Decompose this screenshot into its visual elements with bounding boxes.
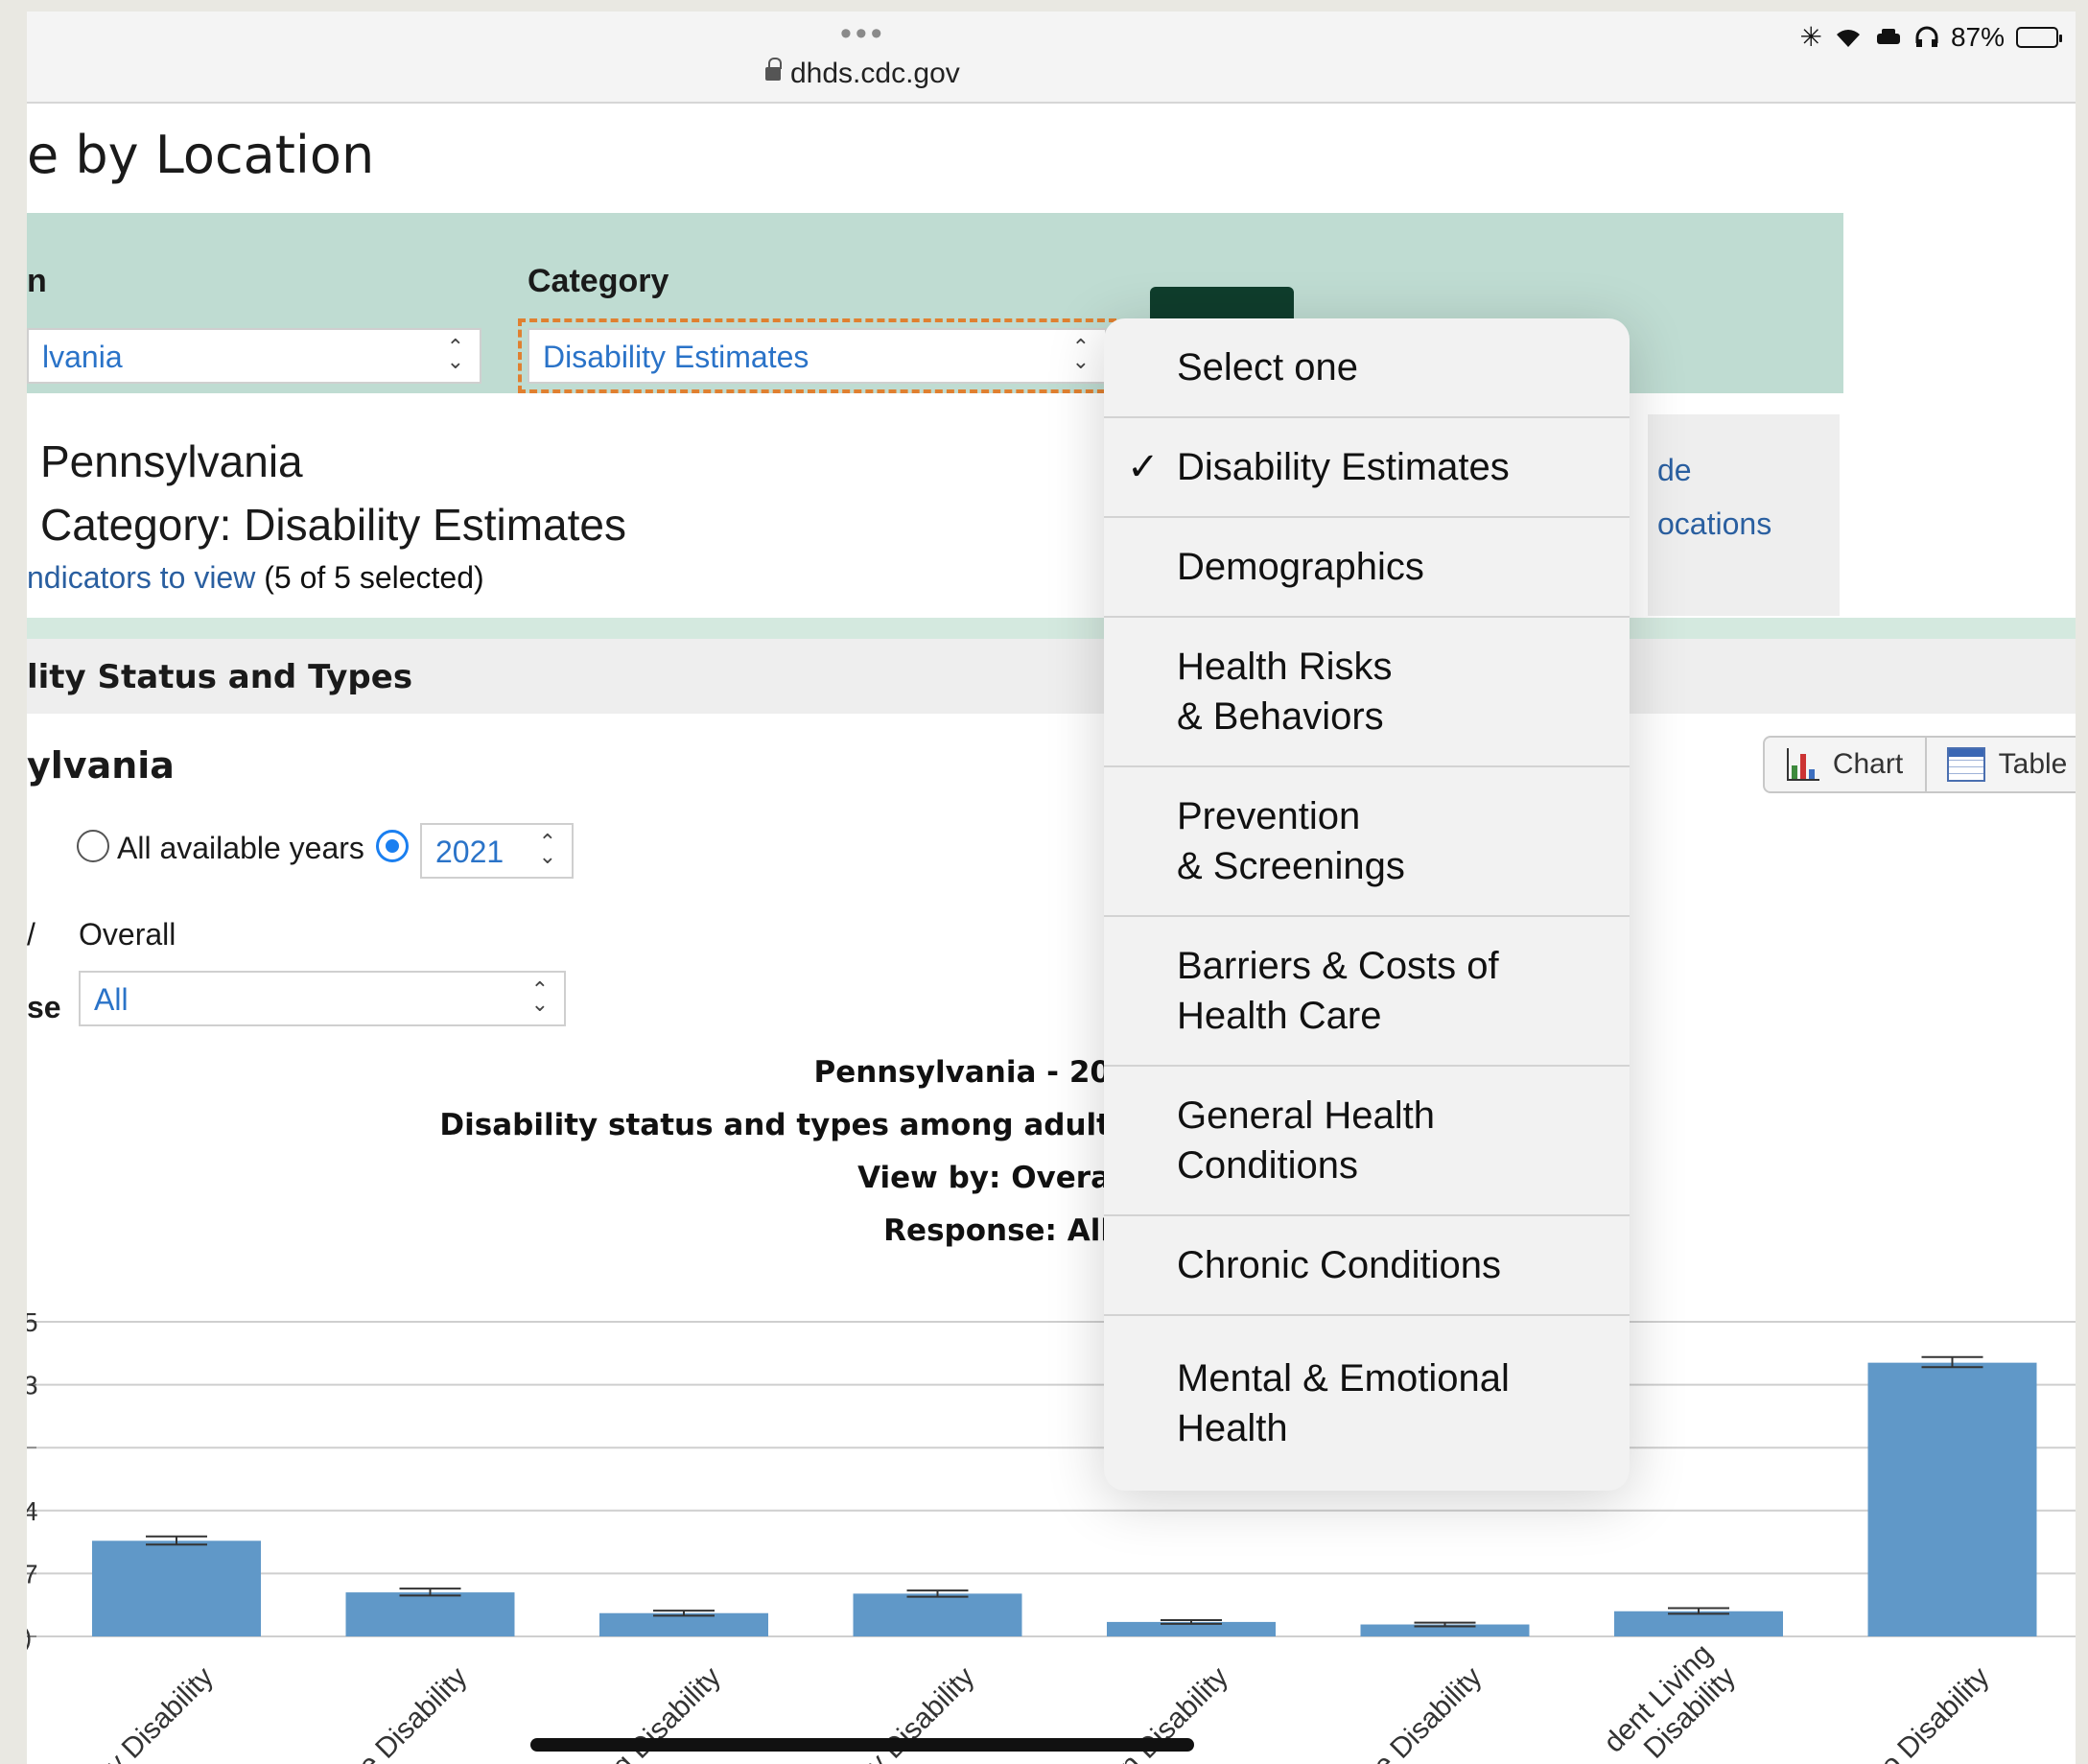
menu-item-demographics[interactable]: Demographics (1104, 518, 1630, 618)
chart-view-label: Chart (1832, 748, 1904, 780)
menu-item-label: Barriers & Costs of Health Care (1177, 945, 1499, 1037)
bar (1867, 1362, 2037, 1636)
select-arrows-icon: ⌃ ⌄ (530, 977, 549, 1016)
x-tick-label: o Disability (1875, 1661, 1996, 1764)
y-tick-label: 5 (27, 1307, 38, 1337)
menu-item-select-one[interactable]: Select one (1104, 318, 1630, 418)
status-bar: ✳ 87% (1799, 21, 2062, 53)
location-info-box: de ocations (1648, 414, 1840, 616)
indicators-line: ndicators to view (5 of 5 selected) (27, 560, 484, 596)
bar-chart: 5347)y Disabilitye Disabilityg Disabilit… (27, 1307, 2076, 1764)
tab-menu-dots[interactable]: ••• (840, 15, 886, 53)
response-select[interactable]: All ⌃ ⌄ (79, 971, 566, 1026)
single-year-radio[interactable] (376, 830, 409, 862)
wifi-icon (1836, 29, 1860, 47)
loading-spinner-icon: ✳ (1799, 22, 1822, 52)
menu-item-label: Prevention & Screenings (1177, 795, 1405, 887)
all-years-label: All available years (117, 831, 364, 865)
view-by-label: / (27, 917, 35, 952)
bar (599, 1612, 768, 1636)
menu-item-health-risks-behaviors[interactable]: Health Risks & Behaviors (1104, 618, 1630, 767)
section-header: lity Status and Types (27, 639, 2076, 714)
menu-item-barriers-costs-of-health-care[interactable]: Barriers & Costs of Health Care (1104, 917, 1630, 1067)
y-tick-label: 3 (27, 1371, 38, 1400)
section-separator (27, 618, 2076, 639)
y-tick-label: 4 (27, 1496, 38, 1526)
response-label: se (27, 990, 61, 1024)
indicators-link[interactable]: ndicators to view (27, 560, 255, 595)
chart-title: Pennsylvania - 20 (813, 1055, 1111, 1090)
section-title: lity Status and Types (27, 658, 413, 696)
car-icon (1876, 28, 1900, 44)
page-title: e by Location (27, 125, 375, 185)
menu-item-label: Demographics (1177, 546, 1424, 588)
menu-item-general-health-conditions[interactable]: General Health Conditions (1104, 1067, 1630, 1216)
select-arrows-icon: ⌃ ⌄ (1071, 335, 1090, 373)
menu-item-label: Select one (1177, 346, 1359, 388)
address-bar[interactable]: dhds.cdc.gov (765, 58, 960, 90)
view-toggle: Chart Table (1763, 736, 2076, 793)
x-tick-label: y Disability (100, 1661, 220, 1764)
y-tick-label: ) (27, 1622, 32, 1652)
table-icon (1946, 747, 1985, 782)
location-select-value: lvania (42, 340, 123, 374)
chart-view-by: View by: Overa (857, 1161, 1111, 1195)
chart-view-button[interactable]: Chart (1765, 738, 1925, 791)
bar (1614, 1611, 1783, 1636)
checkmark-icon: ✓ (1127, 446, 1160, 488)
lock-icon (765, 58, 782, 81)
category-select[interactable]: Disability Estimates ⌃ ⌄ (518, 318, 1116, 393)
menu-item-disability-estimates[interactable]: ✓ Disability Estimates (1104, 418, 1630, 518)
location-label: n (27, 263, 47, 299)
browser-viewport: ••• dhds.cdc.gov ✳ 87% e by Location n l… (27, 12, 2076, 1764)
bar (853, 1593, 1022, 1636)
view-by-value: Overall (79, 917, 176, 952)
headphones-icon (1915, 26, 1938, 47)
category-label: Category (528, 263, 669, 299)
select-arrows-icon: ⌃ ⌄ (538, 830, 556, 868)
menu-item-label: General Health Conditions (1177, 1094, 1436, 1187)
category-select-value: Disability Estimates (543, 340, 809, 374)
menu-item-mental-emotional-health[interactable]: Mental & Emotional Health (1104, 1316, 1630, 1491)
chart-subtitle: Disability status and types among adult (439, 1108, 1111, 1142)
y-tick-label: 7 (27, 1559, 38, 1588)
state-heading: ylvania (27, 744, 175, 787)
select-arrows-icon: ⌃ ⌄ (446, 335, 464, 373)
year-select[interactable]: 2021 ⌃ ⌄ (420, 823, 574, 879)
selected-category: Category: Disability Estimates (40, 500, 626, 550)
browser-top-bar: ••• dhds.cdc.gov ✳ 87% (27, 12, 2076, 104)
x-tick-label: e Disability (1368, 1661, 1489, 1764)
menu-item-label: Chronic Conditions (1177, 1244, 1501, 1286)
indicators-count: (5 of 5 selected) (264, 560, 484, 595)
x-tick-label: e Disability (353, 1661, 474, 1764)
menu-item-label: Disability Estimates (1177, 446, 1510, 488)
menu-item-label: Health Risks & Behaviors (1177, 646, 1393, 738)
location-select[interactable]: lvania ⌃ ⌄ (27, 328, 481, 384)
bar (92, 1541, 261, 1636)
home-indicator (530, 1738, 1194, 1752)
url-text: dhds.cdc.gov (790, 58, 960, 89)
all-years-radio[interactable] (77, 830, 109, 862)
menu-item-chronic-conditions[interactable]: Chronic Conditions (1104, 1216, 1630, 1316)
table-view-button[interactable]: Table (1925, 738, 2076, 791)
chart-response: Response: All (883, 1213, 1111, 1248)
x-tick-label: dent LivingDisability (1598, 1638, 1742, 1764)
selected-location: Pennsylvania (40, 436, 303, 486)
year-select-value: 2021 (435, 835, 504, 869)
category-dropdown-menu: Select one ✓ Disability Estimates Demograph… (1104, 318, 1630, 1491)
response-select-value: All (94, 982, 129, 1017)
info-link-1[interactable]: de (1657, 453, 1692, 488)
menu-item-prevention-screenings[interactable]: Prevention & Screenings (1104, 767, 1630, 917)
table-view-label: Table (1998, 748, 2068, 780)
battery-icon (2016, 26, 2062, 48)
menu-item-label: Mental & Emotional Health (1177, 1357, 1510, 1449)
battery-percent: 87% (1950, 21, 2005, 52)
info-link-2[interactable]: ocations (1657, 506, 1771, 542)
bar (345, 1592, 515, 1636)
bar-chart-icon (1786, 748, 1819, 781)
